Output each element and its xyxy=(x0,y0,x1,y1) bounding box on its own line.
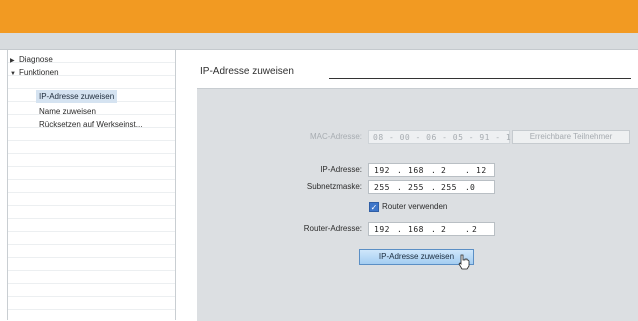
assign-ip-button[interactable]: IP-Adresse zuweisen xyxy=(359,249,474,265)
subnet-octet-3[interactable]: 255 xyxy=(441,181,457,195)
ip-octet-4[interactable]: 12 xyxy=(476,164,487,178)
router-octet-1[interactable]: 192 xyxy=(374,223,390,237)
router-address-label: Router-Adresse: xyxy=(303,224,362,233)
ip-address-field[interactable]: 192 . 168 . 2 . 12 xyxy=(368,163,495,177)
sidebar-item-label: Name zuweisen xyxy=(39,107,96,116)
ip-octet-1[interactable]: 192 xyxy=(374,164,390,178)
octet-separator: . xyxy=(431,183,437,192)
router-octet-2[interactable]: 168 xyxy=(408,223,424,237)
sidebar: ▶ Diagnose ▼ Funktionen IP-Adresse zuweise… xyxy=(7,50,176,320)
subnet-mask-field[interactable]: 255 . 255 . 255 . 0 xyxy=(368,180,495,194)
subnet-octet-2[interactable]: 255 xyxy=(408,181,424,195)
ip-octet-3[interactable]: 2 xyxy=(441,164,446,178)
router-checkbox[interactable]: ✓ xyxy=(369,202,379,212)
title-bar xyxy=(0,0,638,33)
title-divider xyxy=(329,78,631,79)
sidebar-item-label: Rücksetzen auf Werkseinst... xyxy=(39,120,143,129)
octet-separator: . xyxy=(397,225,403,234)
octet-separator: . xyxy=(431,225,437,234)
sidebar-item-label: Funktionen xyxy=(19,68,59,77)
octet-separator: . xyxy=(397,183,403,192)
accessible-devices-button[interactable]: Erreichbare Teilnehmer xyxy=(512,130,630,144)
main-content: IP-Adresse zuweisen MAC-Adresse: 08 - 00… xyxy=(176,50,638,321)
collapse-arrow-icon[interactable]: ▼ xyxy=(10,68,16,81)
octet-separator: . xyxy=(465,225,471,234)
checkmark-icon: ✓ xyxy=(370,203,378,212)
subnet-mask-label: Subnetzmaske: xyxy=(306,182,362,191)
sidebar-item-ruecksetzen[interactable]: Rücksetzen auf Werkseinst... xyxy=(39,118,142,131)
router-octet-4[interactable]: 2 xyxy=(472,223,477,237)
mac-address-label: MAC-Adresse: xyxy=(309,132,362,141)
router-checkbox-label[interactable]: Router verwenden xyxy=(382,201,447,213)
sidebar-item-diagnose[interactable]: ▶ Diagnose xyxy=(10,53,53,66)
subnet-octet-1[interactable]: 255 xyxy=(374,181,390,195)
settings-panel: MAC-Adresse: 08 - 00 - 06 - 05 - 91 - 11… xyxy=(197,88,638,321)
sidebar-item-funktionen[interactable]: ▼ Funktionen xyxy=(10,66,59,79)
octet-separator: . xyxy=(465,166,471,175)
octet-separator: . xyxy=(431,166,437,175)
sidebar-item-label: Diagnose xyxy=(19,55,53,64)
sidebar-item-ip-adresse-zuweisen[interactable]: IP-Adresse zuweisen xyxy=(36,90,118,103)
toolbar xyxy=(0,33,638,50)
hand-cursor-icon xyxy=(458,254,470,270)
subnet-octet-4[interactable]: 0 xyxy=(470,181,475,195)
mac-address-field: 08 - 00 - 06 - 05 - 91 - 11 xyxy=(368,130,516,144)
octet-separator: . xyxy=(397,166,403,175)
ip-octet-2[interactable]: 168 xyxy=(408,164,424,178)
ip-address-label: IP-Adresse: xyxy=(320,165,362,174)
sidebar-item-name-zuweisen[interactable]: Name zuweisen xyxy=(39,105,96,118)
router-octet-3[interactable]: 2 xyxy=(441,223,446,237)
page-title: IP-Adresse zuweisen xyxy=(200,66,294,77)
sidebar-item-label: IP-Adresse zuweisen xyxy=(39,92,115,101)
router-address-field[interactable]: 192 . 168 . 2 . 2 xyxy=(368,222,495,236)
